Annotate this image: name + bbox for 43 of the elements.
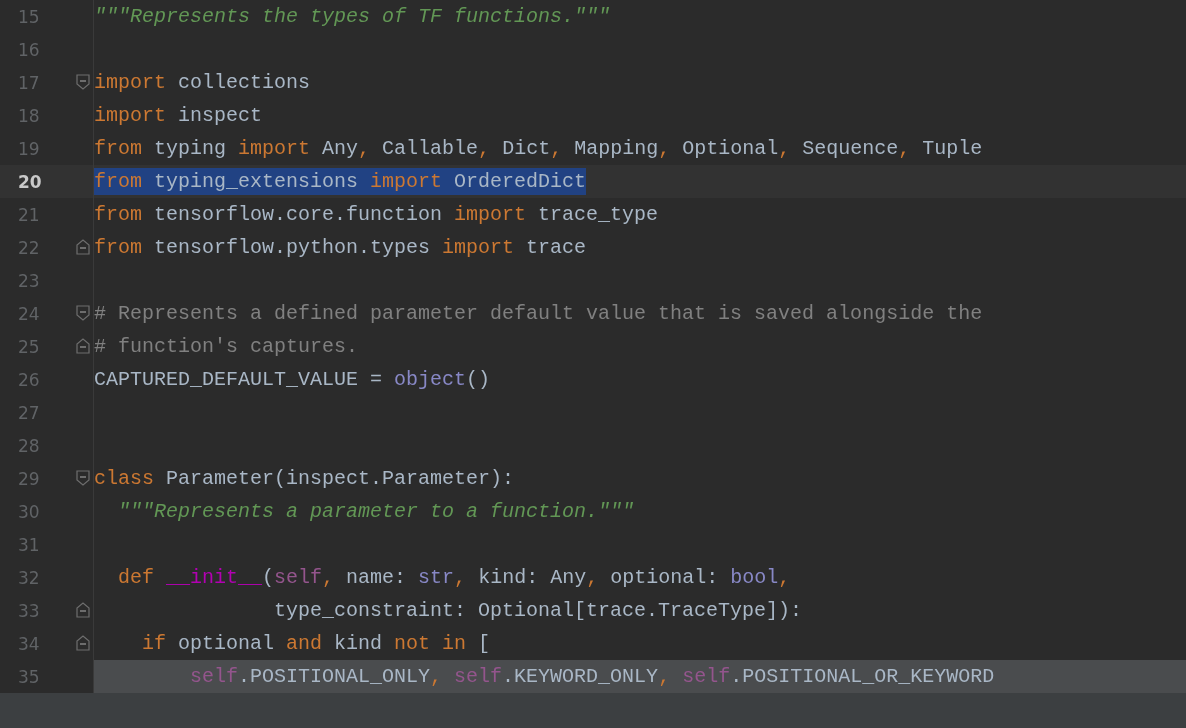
code-line: if optional and kind not in [ xyxy=(141,631,491,657)
line-number: 30 xyxy=(18,501,40,522)
line-number: 17 xyxy=(18,72,40,93)
line-number: 32 xyxy=(18,567,40,588)
fold-marker-icon[interactable] xyxy=(76,635,90,651)
line-number: 31 xyxy=(18,534,40,555)
line-number: 21 xyxy=(18,204,40,225)
line-number: 27 xyxy=(18,402,40,423)
code-line: # Represents a defined parameter default value that is saved alongside the xyxy=(94,301,983,327)
code-line: def __init__(self, name: str, kind: Any, optional: bool, xyxy=(117,565,791,591)
line-number: 22 xyxy=(18,237,40,258)
code-line: self.POSITIONAL_ONLY, self.KEYWORD_ONLY, self.POSITIONAL_OR_KEYWORD xyxy=(189,664,995,690)
code-line: from typing import Any, Callable, Dict, Mapping, Optional, Sequence, Tuple xyxy=(94,136,983,162)
line-number: 23 xyxy=(18,270,40,291)
fold-marker-icon[interactable] xyxy=(76,602,90,618)
code-line: type_constraint: Optional[trace.TraceType]): xyxy=(273,598,803,624)
code-line: from tensorflow.core.function import trace_type xyxy=(94,202,659,228)
line-number: 28 xyxy=(18,435,40,456)
line-number: 26 xyxy=(18,369,40,390)
code-line: from tensorflow.python.types import trace xyxy=(94,235,587,261)
fold-marker-icon[interactable] xyxy=(76,338,90,354)
line-number: 34 xyxy=(18,633,40,654)
fold-marker-icon[interactable] xyxy=(76,239,90,255)
code-line: CAPTURED_DEFAULT_VALUE = object() xyxy=(94,367,491,393)
line-number: 29 xyxy=(18,468,40,489)
code-line: import inspect xyxy=(94,103,263,129)
line-number: 33 xyxy=(18,600,40,621)
line-number: 24 xyxy=(18,303,40,324)
code-line: """Represents the types of TF functions.""" xyxy=(94,4,611,30)
code-line: class Parameter(inspect.Parameter): xyxy=(94,466,515,492)
code-line: # function's captures. xyxy=(94,334,359,360)
line-number: 15 xyxy=(18,6,40,27)
line-number: 20 xyxy=(18,171,42,192)
line-number: 35 xyxy=(18,666,40,687)
line-number: 18 xyxy=(18,105,40,126)
line-number: 25 xyxy=(18,336,40,357)
fold-marker-icon[interactable] xyxy=(76,470,90,486)
line-number: 19 xyxy=(18,138,40,159)
code-line: """Represents a parameter to a function.""" xyxy=(117,499,635,525)
fold-marker-icon[interactable] xyxy=(76,74,90,90)
fold-marker-icon[interactable] xyxy=(76,305,90,321)
code-line: import collections xyxy=(94,70,311,96)
line-number: 16 xyxy=(18,39,40,60)
